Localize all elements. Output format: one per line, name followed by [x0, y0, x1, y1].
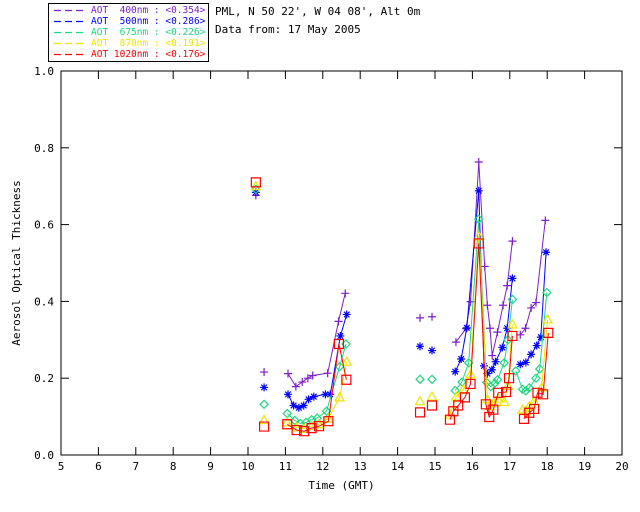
asterisk-marker: [527, 350, 536, 359]
aot-plot-screen: 5 6 7 8 9 10 11 12 13 14 15 16 17 18 19 20 0.0 0.2 0.4 0.6 0…: [0, 0, 640, 512]
plus-marker: [508, 237, 517, 246]
legend-label: AOT 870nm : <0.191>: [91, 38, 206, 49]
asterisk-marker: [516, 360, 525, 369]
asterisk-marker: [542, 248, 551, 257]
y-axis-title: Aerosol Optical Thickness: [10, 180, 23, 346]
plus-marker: [541, 216, 550, 225]
asterisk-marker: [532, 341, 541, 350]
legend-dash-sample: [54, 42, 85, 45]
plus-marker: [341, 289, 350, 298]
asterisk-marker: [491, 357, 500, 366]
x-tick-label: 18: [541, 460, 554, 473]
legend-entry-1020nm: AOT 1020nm : <0.176>: [53, 49, 205, 60]
y-tick-label: 0.4: [34, 295, 54, 308]
plus-marker: [334, 317, 343, 326]
plus-marker: [428, 312, 437, 321]
triangle-marker: [414, 395, 426, 406]
x-tick-label: 14: [391, 460, 405, 473]
asterisk-marker: [457, 355, 466, 363]
x-tick-label: 8: [170, 460, 177, 473]
plus-marker: [291, 382, 300, 391]
legend-entry-400nm: AOT 400nm : <0.354>: [53, 5, 205, 16]
asterisk-marker: [487, 365, 496, 374]
asterisk-marker: [284, 390, 293, 399]
legend-entry-675nm: AOT 675nm : <0.226>: [53, 27, 205, 38]
triangle-marker: [426, 390, 438, 401]
legend-label: AOT 400nm : <0.354>: [91, 5, 206, 16]
legend-dash-sample: [54, 31, 85, 34]
asterisk-marker: [451, 367, 460, 376]
legend-entry-870nm: AOT 870nm : <0.191>: [53, 38, 205, 49]
plus-marker: [298, 378, 307, 387]
asterisk-marker: [498, 343, 507, 352]
plus-marker: [480, 262, 489, 271]
y-tick-label: 0.6: [34, 219, 54, 232]
y-tick-label: 0.2: [34, 372, 54, 385]
x-tick-label: 10: [241, 460, 254, 473]
x-tick-label: 7: [132, 460, 139, 473]
x-tick-label: 15: [428, 460, 441, 473]
plus-marker: [485, 324, 494, 333]
legend-dash-sample: [54, 53, 85, 56]
plus-marker: [323, 369, 332, 378]
plus-marker: [493, 328, 502, 337]
plus-marker: [284, 369, 293, 378]
x-tick-label: 9: [207, 460, 214, 473]
y-tick-label: 0.8: [34, 142, 54, 155]
legend-entry-500nm: AOT 500nm : <0.286>: [53, 16, 205, 27]
series-line: [287, 314, 348, 409]
y-tick-label: 1.0: [34, 65, 54, 78]
legend-box: AOT 400nm : <0.354> AOT 500nm : <0.286> AO…: [48, 3, 210, 62]
asterisk-marker: [336, 331, 345, 340]
y-tick-label: 0.0: [34, 449, 54, 462]
x-tick-label: 13: [354, 460, 367, 473]
asterisk-marker: [309, 392, 318, 401]
plus-marker: [260, 368, 269, 377]
series-1020nm: [250, 177, 554, 437]
legend-label: AOT 1020nm : <0.176>: [91, 49, 206, 60]
plus-marker: [416, 313, 425, 322]
asterisk-marker: [299, 401, 308, 410]
x-tick-label: 19: [578, 460, 591, 473]
series-500nm: [251, 186, 551, 412]
x-tick-label: 6: [95, 460, 102, 473]
aot-time-series-plot: 5 6 7 8 9 10 11 12 13 14 15 16 17 18 19 20 0.0 0.2 0.4 0.6 0…: [10, 65, 629, 492]
x-tick-label: 17: [503, 460, 516, 473]
data-date: Data from: 17 May 2005: [215, 23, 361, 36]
legend-dash-sample: [54, 9, 85, 12]
square-marker: [414, 407, 426, 418]
asterisk-marker: [428, 346, 437, 355]
series-870nm: [250, 180, 554, 433]
plus-marker: [499, 301, 508, 310]
asterisk-marker: [508, 274, 517, 283]
x-tick-label: 11: [279, 460, 292, 473]
x-tick-label: 20: [615, 460, 628, 473]
x-axis-title: Time (GMT): [308, 479, 374, 492]
station-info: PML, N 50 22', W 04 08', Alt 0m: [215, 5, 421, 18]
asterisk-marker: [462, 323, 471, 332]
diamond-marker: [415, 374, 425, 385]
asterisk-marker: [416, 342, 425, 351]
asterisk-marker: [474, 186, 483, 195]
square-marker: [426, 400, 438, 411]
legend-label: AOT 675nm : <0.226>: [91, 27, 206, 38]
diamond-marker: [427, 374, 437, 385]
plus-marker: [503, 281, 512, 290]
legend-dash-sample: [54, 20, 85, 23]
series-400nm: [251, 158, 550, 391]
plus-marker: [474, 158, 483, 167]
plus-marker: [451, 338, 460, 347]
x-tick-label: 16: [466, 460, 479, 473]
asterisk-marker: [342, 310, 351, 319]
asterisk-marker: [260, 383, 269, 392]
asterisk-marker: [521, 358, 530, 367]
x-tick-label: 5: [58, 460, 65, 473]
diamond-marker: [259, 399, 269, 410]
legend-label: AOT 500nm : <0.286>: [91, 16, 206, 27]
plus-marker: [483, 301, 492, 310]
x-tick-label: 12: [316, 460, 329, 473]
